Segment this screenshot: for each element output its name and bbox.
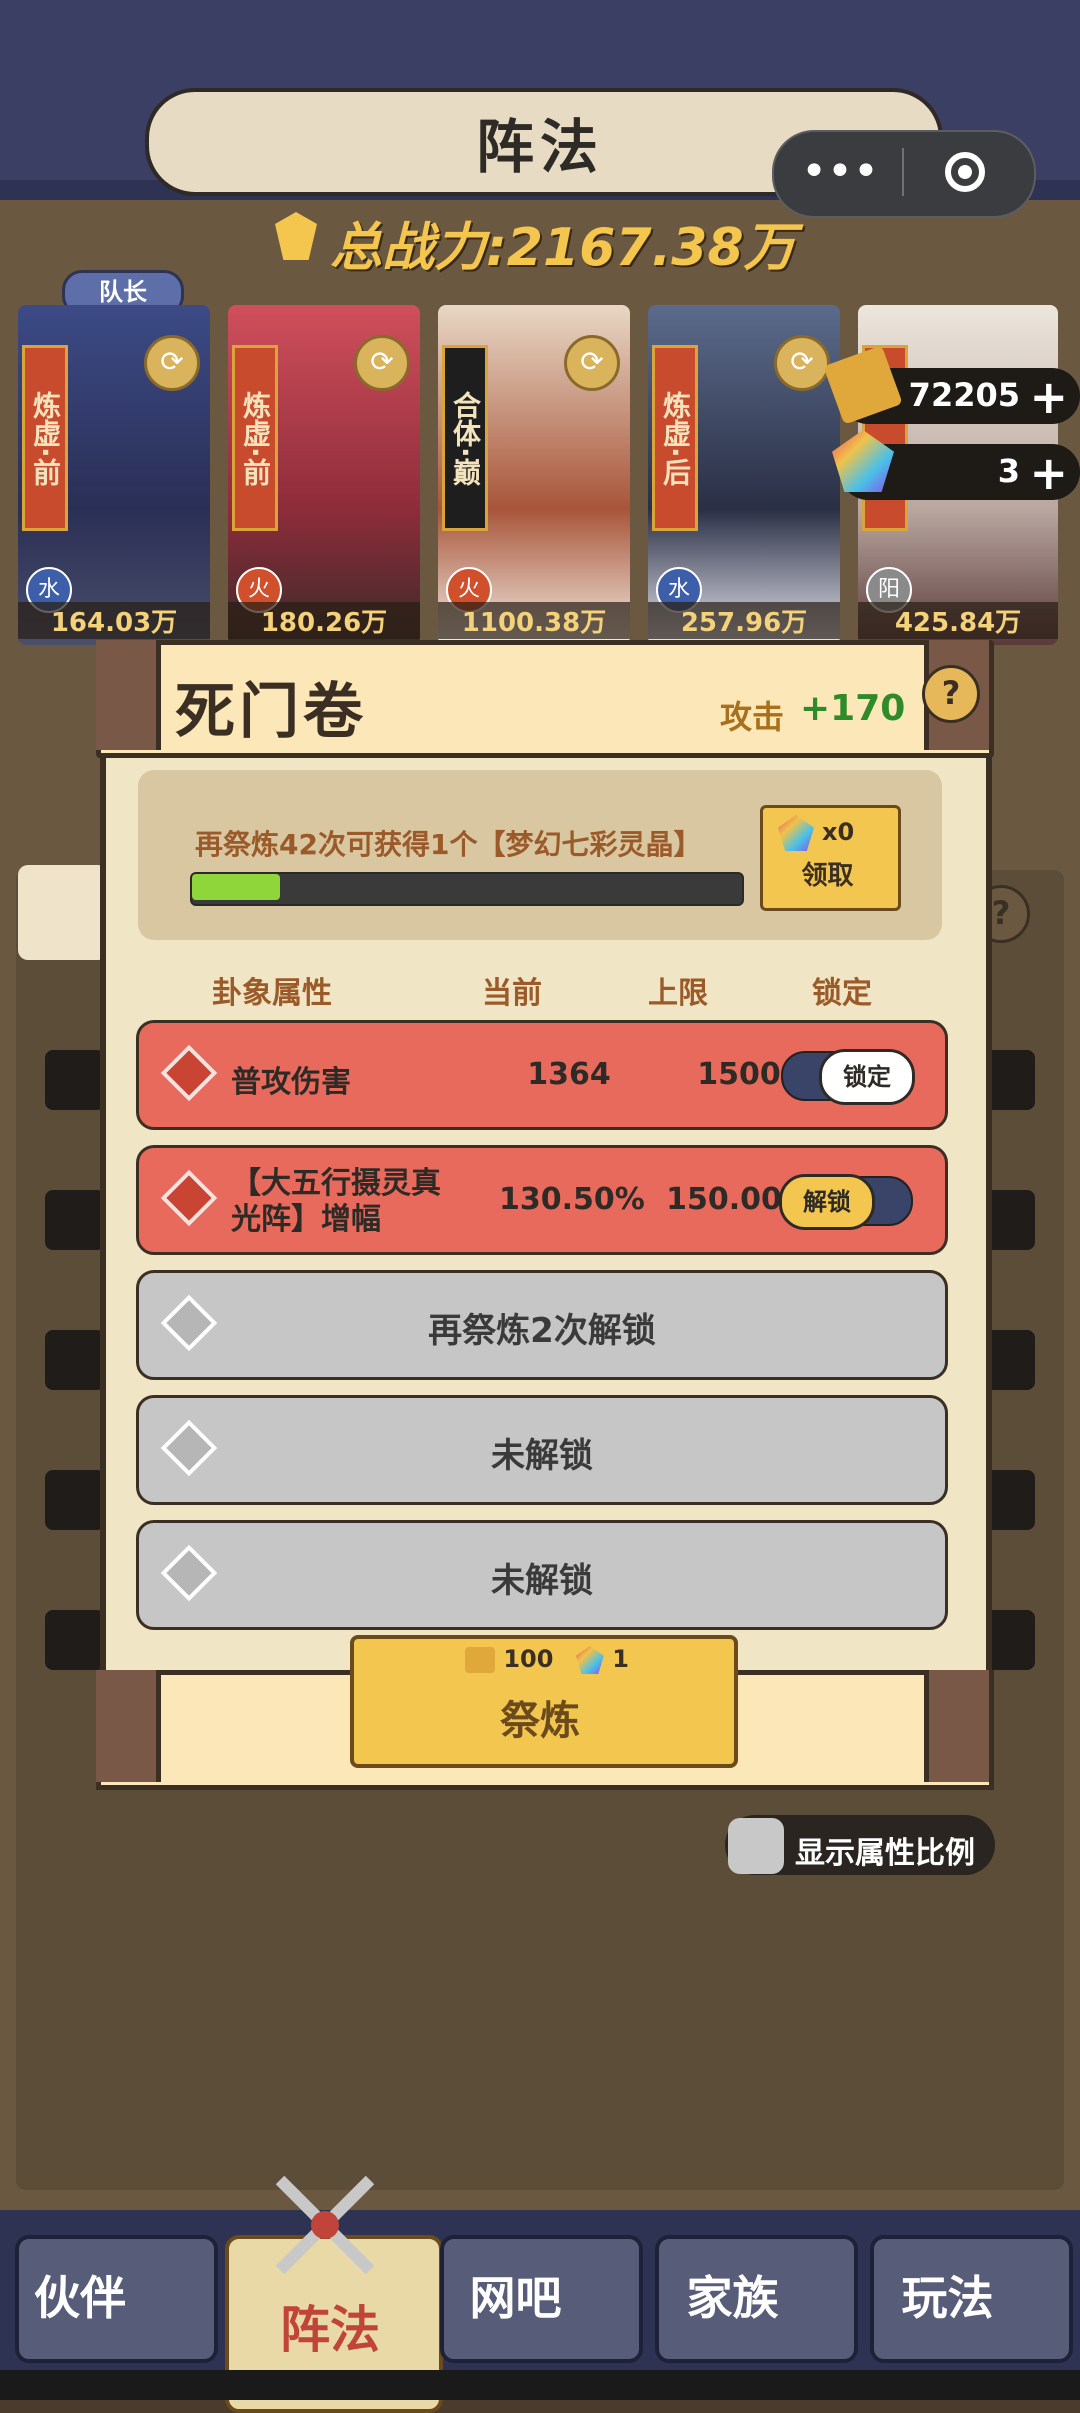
nav-label: 家族 — [686, 2271, 779, 2325]
rail-peg — [45, 1610, 105, 1670]
rail-peg — [45, 1190, 105, 1250]
swap-icon[interactable]: ⟳ — [774, 335, 830, 391]
capsule-divider — [902, 148, 904, 196]
character-card-4[interactable]: 炼虚·后 ⟳ 水 257.96万 — [648, 305, 840, 645]
locked-row: 未解锁 — [136, 1395, 948, 1505]
attribute-row: 普攻伤害 1364 1500 锁定 — [136, 1020, 948, 1130]
character-card-1[interactable]: 炼虚·前 ⟳ 水 164.03万 — [18, 305, 210, 645]
show-ratio-checkbox[interactable] — [728, 1818, 784, 1874]
gem-resource: 3 + — [832, 430, 1080, 500]
attribute-name: 【大五行摄灵真光阵】增幅 — [231, 1166, 441, 1237]
refine-cost-gem: 1 — [612, 1645, 629, 1673]
close-target-icon[interactable] — [945, 152, 985, 192]
scroll-resource: 72205 + — [823, 345, 1080, 425]
scroll-end-left — [96, 1670, 161, 1782]
lock-toggle-knob: 解锁 — [779, 1174, 875, 1230]
character-power: 425.84万 — [858, 602, 1058, 639]
diamond-icon — [160, 1044, 218, 1102]
nav-label: 伙伴 — [34, 2271, 126, 2325]
rank-badge: 炼虚·前 — [232, 345, 278, 531]
rank-badge: 合体·巅 — [442, 345, 488, 531]
dialog-title: 死门卷 — [175, 677, 367, 747]
gem-count: 3 — [997, 452, 1020, 490]
nav-label: 玩法 — [901, 2271, 994, 2325]
column-header-current: 当前 — [482, 976, 542, 1011]
swap-icon[interactable]: ⟳ — [564, 335, 620, 391]
attack-label: 攻击 — [720, 698, 785, 736]
nav-label: 阵法 — [280, 2301, 380, 2359]
character-power: 1100.38万 — [438, 602, 630, 639]
character-power: 257.96万 — [648, 602, 840, 639]
character-card-3[interactable]: 合体·巅 ⟳ 火 1100.38万 — [438, 305, 630, 645]
help-button[interactable]: ? — [922, 665, 980, 723]
character-power: 180.26万 — [228, 602, 420, 639]
attack-value: +170 — [800, 688, 906, 729]
nav-label: 网吧 — [469, 2271, 562, 2325]
progress-bar-fill — [192, 874, 280, 900]
scroll-end-left — [96, 640, 161, 750]
more-menu-button[interactable]: ••• — [790, 142, 890, 202]
rank-badge: 炼虚·前 — [22, 345, 68, 531]
diamond-icon — [160, 1169, 218, 1227]
swap-icon[interactable]: ⟳ — [354, 335, 410, 391]
character-card-2[interactable]: 炼虚·前 ⟳ 火 180.26万 — [228, 305, 420, 645]
scroll-count: 72205 — [908, 376, 1020, 414]
column-header-lock: 锁定 — [812, 976, 872, 1011]
rank-badge: 炼虚·后 — [652, 345, 698, 531]
rail-peg — [45, 1050, 105, 1110]
scroll-end-right — [924, 1670, 989, 1782]
swap-icon[interactable]: ⟳ — [144, 335, 200, 391]
refine-cost-scroll: 100 — [503, 1645, 554, 1673]
add-gem-button[interactable]: + — [1029, 446, 1068, 500]
rail-peg — [45, 1470, 105, 1530]
show-ratio-label: 显示属性比例 — [795, 1836, 975, 1871]
attribute-row: 【大五行摄灵真光阵】增幅 130.50% 150.00% 解锁 — [136, 1145, 948, 1255]
locked-row-text: 未解锁 — [491, 1561, 593, 1601]
column-header-attribute: 卦象属性 — [212, 976, 332, 1011]
rail-peg — [45, 1330, 105, 1390]
refine-cost: 100 1 — [465, 1645, 629, 1674]
claim-count: x0 — [822, 818, 855, 846]
locked-row: 再祭炼2次解锁 — [136, 1270, 948, 1380]
claim-label: 领取 — [801, 861, 854, 891]
column-header-max: 上限 — [648, 976, 708, 1011]
locked-row-text: 未解锁 — [491, 1436, 593, 1476]
lock-toggle[interactable]: 锁定 — [781, 1049, 915, 1105]
side-tab[interactable] — [18, 865, 108, 960]
attribute-current: 130.50% — [499, 1182, 645, 1217]
progress-text: 再祭炼42次可获得1个【梦幻七彩灵晶】 — [195, 828, 702, 861]
refine-label: 祭炼 — [500, 1698, 580, 1744]
crystal-icon — [575, 1646, 604, 1674]
attribute-name: 普攻伤害 — [231, 1065, 351, 1100]
add-scroll-button[interactable]: + — [1029, 370, 1068, 424]
bottom-strip — [0, 2370, 1080, 2400]
lock-toggle[interactable]: 解锁 — [779, 1174, 913, 1230]
lock-toggle-knob: 锁定 — [819, 1049, 915, 1105]
attribute-current: 1364 — [527, 1057, 611, 1092]
scroll-icon — [465, 1647, 495, 1673]
locked-row: 未解锁 — [136, 1520, 948, 1630]
total-power: 总战力:2167.38万 — [330, 218, 796, 278]
crossed-swords-icon — [275, 2175, 375, 2275]
character-power: 164.03万 — [18, 602, 210, 639]
locked-row-text: 再祭炼2次解锁 — [428, 1311, 656, 1351]
